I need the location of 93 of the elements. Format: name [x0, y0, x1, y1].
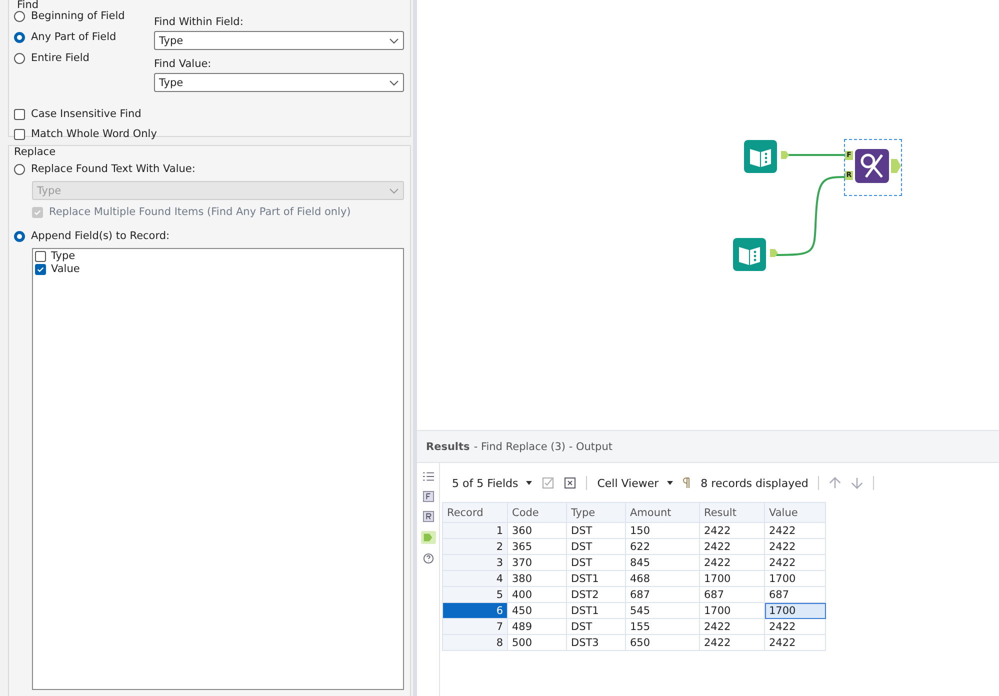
table-cell: 8: [442, 634, 508, 650]
list-icon[interactable]: [422, 471, 434, 482]
table-cell: DST: [566, 618, 626, 634]
connection-line: [786, 153, 846, 157]
table-cell: 2422: [764, 554, 826, 570]
table-cell: 1700: [764, 570, 826, 586]
column-header[interactable]: Value: [764, 502, 826, 522]
table-cell: 2422: [764, 634, 826, 650]
radio-option[interactable]: Beginning of Field: [14, 10, 154, 22]
column-header[interactable]: Amount: [626, 502, 700, 522]
radio-option[interactable]: Any Part of Field: [14, 31, 154, 43]
panel-title: Results: [426, 440, 470, 452]
table-cell: 4: [442, 570, 508, 586]
table-cell: 6: [442, 602, 508, 618]
table-cell: 380: [508, 570, 566, 586]
arrow-up-icon[interactable]: [829, 477, 842, 489]
table-cell: 2422: [764, 522, 826, 538]
table-cell: 360: [508, 522, 566, 538]
table-cell: 155: [626, 618, 700, 634]
table-cell: DST: [566, 538, 626, 554]
pilcrow-icon[interactable]: [682, 477, 691, 489]
table-cell: 489: [508, 618, 566, 634]
table-cell: 1: [442, 522, 508, 538]
arrow-down-icon[interactable]: [851, 477, 864, 489]
radio-option[interactable]: Append Field(s) to Record:: [14, 230, 404, 242]
column-header[interactable]: Type: [566, 502, 626, 522]
table-cell: 1700: [764, 602, 826, 618]
help-icon[interactable]: [422, 553, 434, 564]
table-cell: 468: [626, 570, 700, 586]
table-cell: 545: [626, 602, 700, 618]
fields-menu[interactable]: 5 of 5 Fields: [452, 476, 532, 490]
table-cell: 687: [626, 586, 700, 602]
field-label: Find Within Field:: [154, 16, 244, 28]
find-within-dropdown[interactable]: Type: [154, 31, 404, 50]
table-cell: 2: [442, 538, 508, 554]
field-checkbox-item[interactable]: Value: [35, 263, 401, 276]
table-cell: 2422: [764, 618, 826, 634]
deselect-icon[interactable]: [564, 477, 576, 489]
table-cell: 5: [442, 586, 508, 602]
field-checkbox-item[interactable]: Type: [35, 250, 401, 263]
field-label: Find Value:: [154, 58, 212, 70]
table-cell: 622: [626, 538, 700, 554]
group-title: Find: [17, 0, 39, 11]
r-anchor-icon[interactable]: [422, 511, 434, 522]
table-cell: 365: [508, 538, 566, 554]
table-cell: 2422: [700, 634, 764, 650]
records-count: 8 records displayed: [700, 476, 808, 490]
table-cell: DST1: [566, 602, 626, 618]
table-cell: 845: [626, 554, 700, 570]
table-cell: DST1: [566, 570, 626, 586]
radio-option[interactable]: Entire Field: [14, 52, 154, 64]
table-cell: 1700: [700, 570, 764, 586]
column-header[interactable]: Code: [508, 502, 566, 522]
chevron-icon: [389, 80, 399, 86]
checkbox-option[interactable]: Case Insensitive Find: [14, 108, 404, 120]
column-header[interactable]: Result: [700, 502, 764, 522]
radio-option[interactable]: Replace Found Text With Value:: [14, 163, 404, 175]
caret-icon: [526, 481, 532, 486]
table-cell: DST: [566, 522, 626, 538]
output-anchor-icon[interactable]: [420, 531, 436, 544]
table-cell: 650: [626, 634, 700, 650]
book-icon[interactable]: [744, 140, 790, 174]
chevron-icon: [389, 188, 399, 194]
table-cell: DST3: [566, 634, 626, 650]
f-anchor-icon[interactable]: [422, 491, 434, 502]
table-cell: DST: [566, 554, 626, 570]
column-header[interactable]: Record: [442, 502, 508, 522]
table-cell: 1700: [700, 602, 764, 618]
magnifier-pencil-icon: [855, 149, 889, 183]
group-title: Replace: [14, 146, 57, 158]
find-value-dropdown[interactable]: Type: [154, 73, 404, 92]
book-icon[interactable]: [733, 238, 779, 272]
panel-subtitle: - Find Replace (3) - Output: [474, 440, 612, 452]
chevron-icon: [389, 38, 399, 44]
table-cell: 2422: [700, 554, 764, 570]
table-cell: 450: [508, 602, 566, 618]
table-cell: 500: [508, 634, 566, 650]
table-cell: 2422: [764, 538, 826, 554]
table-cell: DST2: [566, 586, 626, 602]
checkbox-icon[interactable]: [542, 477, 554, 489]
table-cell: 7: [442, 618, 508, 634]
output-anchor-icon: [891, 159, 901, 173]
table-cell: 687: [700, 586, 764, 602]
table-cell: 2422: [700, 618, 764, 634]
table-cell: 150: [626, 522, 700, 538]
table-cell: 2422: [700, 538, 764, 554]
table-cell: 370: [508, 554, 566, 570]
cell-viewer-menu[interactable]: Cell Viewer: [597, 476, 673, 490]
table-cell: 2422: [700, 522, 764, 538]
caret-icon: [666, 481, 673, 486]
table-cell: 3: [442, 554, 508, 570]
checkbox-option[interactable]: Match Whole Word Only: [14, 128, 404, 140]
table-cell: 400: [508, 586, 566, 602]
